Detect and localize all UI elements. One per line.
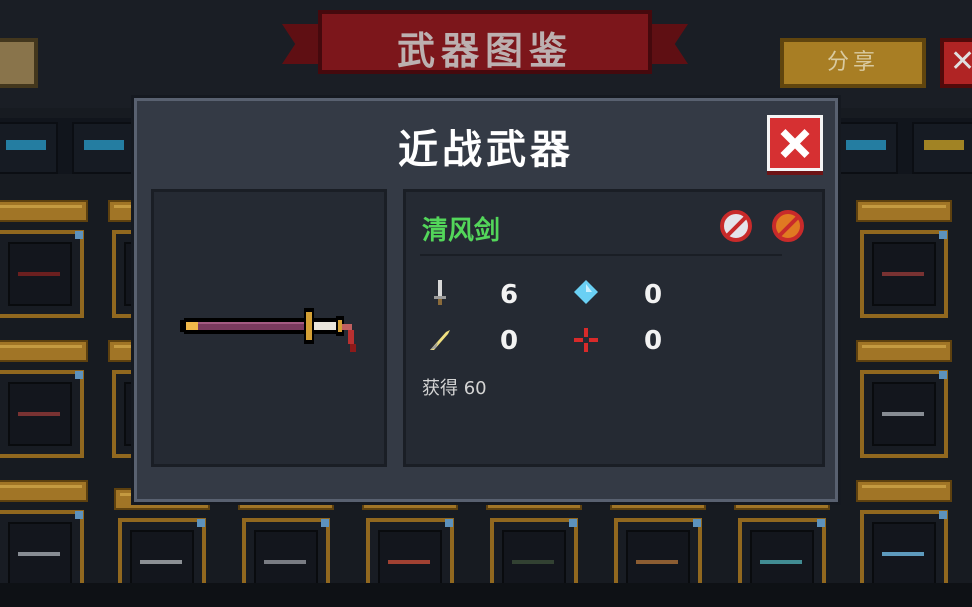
sword-icon (180, 308, 356, 352)
weapon-info-panel: 清风剑 6 0 0 0 获得 60 (403, 189, 825, 467)
close-dialog-button[interactable] (767, 115, 823, 171)
dialog-title: 近战武器 (398, 127, 574, 173)
divider (420, 254, 782, 256)
damage-icon (434, 280, 446, 305)
weapon-name: 清风剑 (422, 216, 501, 246)
weapon-preview (151, 189, 387, 467)
obtain-label: 获得 (422, 378, 458, 399)
accuracy-icon (574, 328, 598, 352)
obtain-info: 获得 60 (422, 374, 487, 400)
energy-icon (574, 280, 598, 304)
damage-value: 6 (500, 280, 519, 310)
accuracy-value: 0 (644, 326, 663, 356)
crit-icon (430, 330, 450, 350)
weapon-detail-dialog: 近战武器 清风剑 6 0 0 0 获得 60 (134, 98, 838, 502)
crit-value: 0 (500, 326, 519, 356)
no-sell-icon (772, 210, 804, 242)
no-pickup-icon (720, 210, 752, 242)
energy-value: 0 (644, 280, 663, 310)
game-screen: 武器图鉴 分享 ✕ 近战武器 清风剑 6 0 0 0 获得 60 (0, 0, 972, 607)
obtain-value: 60 (463, 378, 487, 399)
